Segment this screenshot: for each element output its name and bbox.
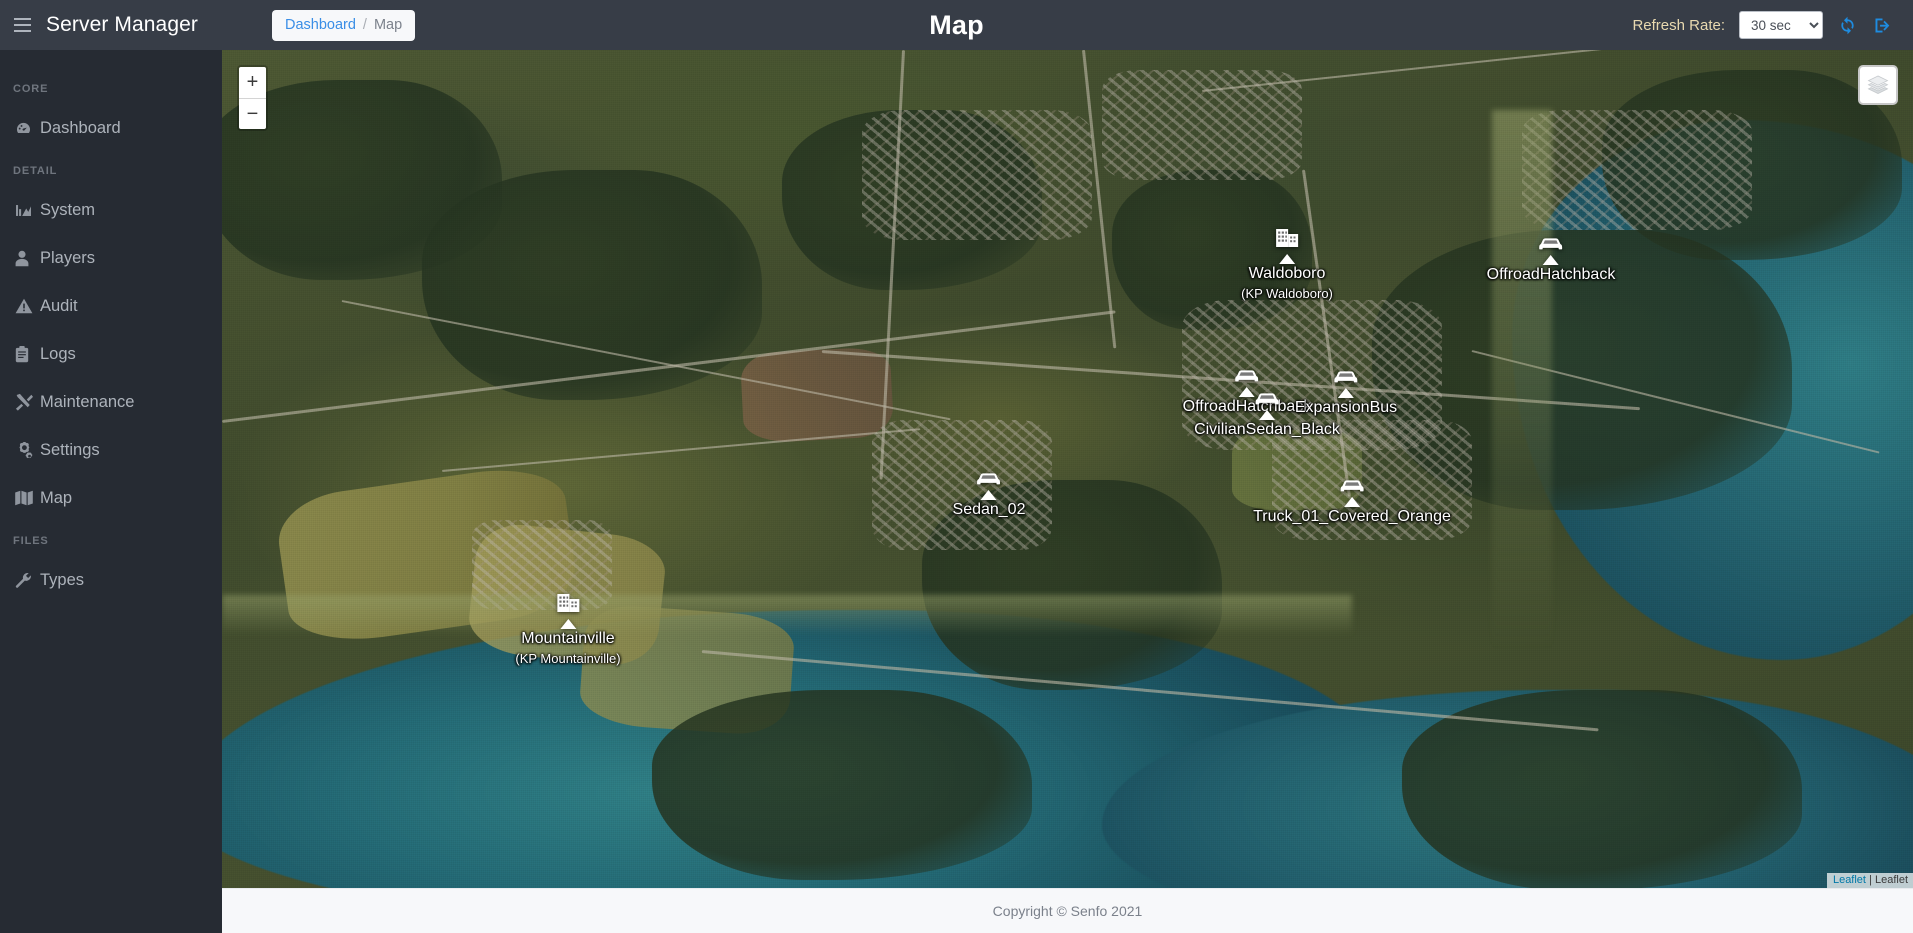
sidebar-item-maintenance[interactable]: Maintenance xyxy=(0,378,222,426)
city-building-icon xyxy=(1274,226,1300,250)
marker-label: Truck_01_Covered_Orange xyxy=(1253,508,1451,525)
logout-icon xyxy=(1875,18,1890,32)
marker-label: Waldoboro xyxy=(1248,265,1326,282)
sidebar-section-core: CORE xyxy=(13,83,49,95)
refresh-rate-label: Refresh Rate: xyxy=(1632,16,1725,34)
layers-stack-icon xyxy=(1867,75,1889,94)
breadcrumb-current-map: Map xyxy=(373,16,403,33)
hamburger-bar xyxy=(13,18,31,20)
sidebar-toggle-hamburger-icon[interactable] xyxy=(0,0,44,50)
sidebar-item-dashboard[interactable]: Dashboard xyxy=(0,104,222,152)
refresh-rate-select[interactable]: 30 sec1 min5 min10 minOff xyxy=(1739,11,1823,39)
refresh-button[interactable] xyxy=(1837,15,1858,36)
sidebar-item-label: Types xyxy=(40,570,85,589)
user-icon xyxy=(15,250,40,267)
sidebar-item-settings[interactable]: Settings xyxy=(0,426,222,474)
hamburger-bar xyxy=(13,24,31,26)
sidebar-item-label: Maintenance xyxy=(40,392,135,411)
chart-bars-icon xyxy=(15,203,40,218)
map-texture-overlay xyxy=(222,50,1913,888)
sidebar-item-label: Audit xyxy=(40,296,78,315)
marker-sublabel: (KP Mountainville) xyxy=(515,651,621,666)
warning-triangle-icon xyxy=(15,298,40,314)
breadcrumb-separator: / xyxy=(362,16,367,33)
sidebar-item-types[interactable]: Types xyxy=(0,556,222,604)
zoom-in-button[interactable]: + xyxy=(239,67,266,98)
marker-pointer-icon xyxy=(1278,254,1295,264)
map-container[interactable]: + − Waldoboro (KP Waldoboro) OffroadHatchb… xyxy=(222,50,1913,888)
zoom-out-button[interactable]: − xyxy=(239,98,266,129)
topbar-right-controls: Refresh Rate: 30 sec1 min5 min10 minOff xyxy=(1632,11,1913,39)
footer-copyright: Copyright © Senfo 2021 xyxy=(992,903,1143,919)
sidebar-section-detail: DETAIL xyxy=(13,165,58,177)
map-marker-waldoboro[interactable]: Waldoboro (KP Waldoboro) xyxy=(1241,226,1333,301)
car-icon xyxy=(1339,477,1365,493)
breadcrumb-link-dashboard[interactable]: Dashboard xyxy=(285,17,356,33)
attribution-provider: Leaflet xyxy=(1874,874,1908,886)
app-brand-title: Server Manager xyxy=(46,13,198,36)
car-icon xyxy=(1538,235,1564,251)
map-marker-sedan-02[interactable]: Sedan_02 xyxy=(952,470,1026,519)
marker-pointer-icon xyxy=(559,619,576,629)
marker-label: Mountainville xyxy=(521,630,615,647)
map-marker-offroadhatchback-east[interactable]: OffroadHatchback xyxy=(1486,235,1616,284)
tools-icon xyxy=(15,393,40,411)
map-marker-truck-01-covered-orange[interactable]: Truck_01_Covered_Orange xyxy=(1253,477,1451,526)
marker-sublabel: (KP Waldoboro) xyxy=(1241,286,1333,301)
top-navigation-bar: Server Manager Dashboard / Map Map Refre… xyxy=(0,0,1913,50)
sidebar-item-players[interactable]: Players xyxy=(0,234,222,282)
sidebar-item-map[interactable]: Map xyxy=(0,474,222,522)
sidebar-item-logs[interactable]: Logs xyxy=(0,330,222,378)
sidebar-item-label: Settings xyxy=(40,440,100,459)
sidebar-item-label: Logs xyxy=(40,344,76,363)
clipboard-icon xyxy=(15,345,40,363)
marker-pointer-icon xyxy=(1337,388,1354,398)
marker-pointer-icon xyxy=(981,490,997,500)
car-icon xyxy=(1234,367,1260,383)
car-icon xyxy=(1333,368,1359,384)
map-marker-civiliansedan-black[interactable]: CivilianSedan_Black xyxy=(1194,390,1340,439)
wrench-icon xyxy=(15,572,40,589)
marker-pointer-icon xyxy=(1542,255,1559,265)
marker-pointer-icon xyxy=(1258,410,1275,420)
car-icon xyxy=(1254,390,1280,406)
sidebar-item-label: Players xyxy=(40,248,96,267)
map-icon xyxy=(15,490,40,506)
sidebar-item-system[interactable]: System xyxy=(0,186,222,234)
marker-label: Sedan_02 xyxy=(952,501,1026,518)
sidebar-section-files: FILES xyxy=(13,535,49,547)
logout-button[interactable] xyxy=(1872,15,1893,36)
city-building-icon xyxy=(555,591,581,615)
sidebar-navigation: CORE Dashboard DETAIL System Players Aud… xyxy=(0,50,222,933)
attribution-separator: | xyxy=(1869,874,1872,886)
map-layers-button[interactable] xyxy=(1858,65,1898,105)
leaflet-link[interactable]: Leaflet xyxy=(1833,874,1866,886)
dashboard-gauge-icon xyxy=(15,120,40,137)
marker-label: CivilianSedan_Black xyxy=(1194,421,1340,438)
car-icon xyxy=(976,470,1002,486)
marker-pointer-icon xyxy=(1344,497,1360,507)
page-footer: Copyright © Senfo 2021 xyxy=(222,888,1913,933)
sidebar-item-label: System xyxy=(40,200,96,219)
map-marker-mountainville[interactable]: Mountainville (KP Mountainville) xyxy=(515,591,621,666)
sidebar-item-label: Dashboard xyxy=(40,118,121,137)
map-attribution: Leaflet | Leaflet xyxy=(1826,873,1913,888)
marker-label: OffroadHatchback xyxy=(1486,266,1616,283)
breadcrumb: Dashboard / Map xyxy=(271,9,416,41)
sidebar-item-label: Map xyxy=(40,488,73,507)
gears-icon xyxy=(15,441,40,459)
map-tile-layer xyxy=(222,50,1913,888)
refresh-icon xyxy=(1841,16,1854,34)
sidebar-item-audit[interactable]: Audit xyxy=(0,282,222,330)
map-zoom-control: + − xyxy=(237,65,268,131)
hamburger-bar xyxy=(13,30,31,32)
